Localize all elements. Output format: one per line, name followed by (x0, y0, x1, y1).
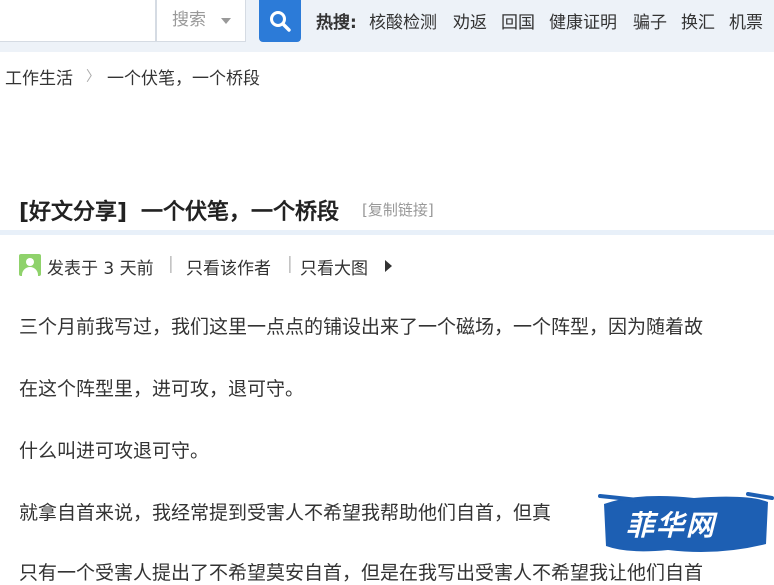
breadcrumb-current: 一个伏笔，一个桥段 (107, 69, 260, 89)
hot-search-link[interactable]: 机票 (729, 8, 763, 33)
only-author-link[interactable]: 只看该作者 (186, 254, 271, 279)
only-images-link[interactable]: 只看大图 (300, 254, 368, 279)
meta-divider: | (168, 254, 174, 274)
chevron-down-icon (221, 18, 231, 24)
search-type-select[interactable]: 搜索 (156, 0, 246, 42)
post-time: 发表于 3 天前 (47, 259, 154, 279)
breadcrumb-separator-icon: 〉 (86, 69, 100, 85)
play-icon[interactable] (385, 260, 392, 272)
post-category-tag[interactable]: [好文分享] (19, 194, 127, 226)
search-button[interactable] (259, 0, 301, 42)
hot-search-link[interactable]: 回国 (501, 8, 535, 33)
hot-search-label: 热搜: (316, 13, 357, 33)
search-icon (270, 11, 291, 32)
post-paragraph: 什么叫进可攻退可守。 (19, 440, 210, 462)
meta-divider: | (287, 254, 293, 274)
post-paragraph: 只有一个受害人提出了不希望莫安自首，但是在我写出受害人不希望我让他们自首 (19, 562, 704, 584)
hot-search-link[interactable]: 骗子 (633, 8, 667, 33)
hot-search-link[interactable]: 劝返 (453, 8, 487, 33)
breadcrumb-section[interactable]: 工作生活 (5, 64, 73, 89)
hot-search-link[interactable]: 换汇 (681, 8, 715, 33)
search-select-label: 搜索 (172, 10, 206, 30)
site-watermark-logo: 菲华网 (598, 490, 774, 558)
avatar[interactable] (19, 254, 41, 276)
hot-search-link[interactable]: 核酸检测 (369, 8, 437, 33)
page-title: 一个伏笔，一个桥段 (141, 200, 340, 225)
watermark-text: 菲华网 (626, 509, 717, 542)
post-paragraph: 在这个阵型里，进可攻，退可守。 (19, 378, 305, 400)
search-input[interactable] (0, 0, 156, 42)
copy-link-button[interactable]: [复制链接] (362, 199, 434, 220)
post-paragraph: 三个月前我写过，我们这里一点点的铺设出来了一个磁场，一个阵型，因为随着故 (19, 316, 704, 338)
post-paragraph: 就拿自首来说，我经常提到受害人不希望我帮助他们自首，但真 (19, 502, 552, 524)
top-search-bar: 搜索 热搜: 核酸检测 劝返 回国 健康证明 骗子 换汇 机票 (0, 0, 774, 52)
title-divider (0, 230, 774, 235)
hot-search-link[interactable]: 健康证明 (549, 8, 617, 33)
